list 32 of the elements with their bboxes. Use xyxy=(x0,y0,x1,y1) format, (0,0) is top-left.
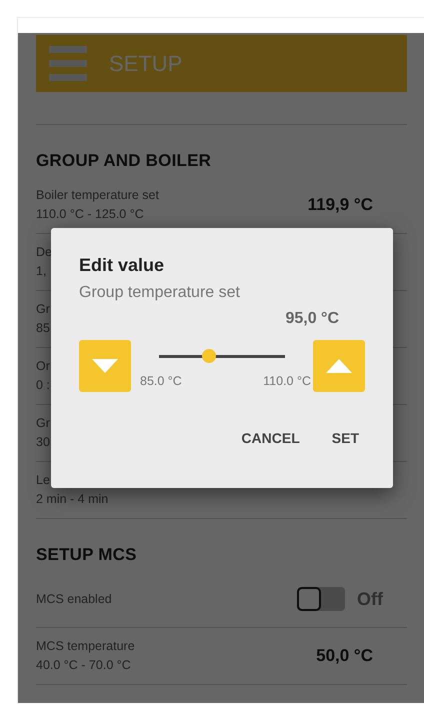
set-button[interactable]: SET xyxy=(320,422,371,454)
setting-range: 30 xyxy=(36,434,50,451)
menu-icon[interactable] xyxy=(49,46,87,81)
setting-range: 40.0 °C - 70.0 °C xyxy=(36,657,132,674)
section-title: GROUP AND BOILER xyxy=(36,151,212,171)
dialog-title: Edit value xyxy=(79,255,166,276)
header-title: SETUP xyxy=(109,50,182,76)
setting-label: Gr xyxy=(36,301,50,318)
increase-button[interactable] xyxy=(313,340,365,392)
section-title: SETUP MCS xyxy=(36,545,138,565)
up-triangle-icon xyxy=(326,359,352,373)
decrease-button[interactable] xyxy=(79,340,131,392)
setting-label: Gr xyxy=(36,415,50,432)
setting-range: 85 xyxy=(36,320,50,337)
dialog-value: 95,0 °C xyxy=(284,310,339,328)
setting-range: 2 min - 4 min xyxy=(36,491,108,508)
cancel-button[interactable]: CANCEL xyxy=(229,422,312,454)
setting-range: 1, xyxy=(36,263,48,280)
slider-thumb[interactable] xyxy=(202,349,216,363)
toggle-switch[interactable] xyxy=(297,587,345,611)
dialog-subtitle: Group temperature set xyxy=(79,284,241,302)
setting-label: Le xyxy=(36,472,51,489)
setting-range: 0 : xyxy=(36,377,50,394)
slider-min-label: 85.0 °C xyxy=(140,374,182,388)
down-triangle-icon xyxy=(92,359,118,373)
setting-label: Boiler temperature set xyxy=(36,187,159,204)
setting-label: MCS temperature xyxy=(36,638,135,655)
slider-max-label: 110.0 °C xyxy=(263,374,311,388)
setting-label: Or xyxy=(36,358,50,375)
setting-label: De xyxy=(36,244,52,261)
setting-range: 110.0 °C - 125.0 °C xyxy=(36,206,145,223)
setting-label: MCS enabled xyxy=(36,590,112,608)
